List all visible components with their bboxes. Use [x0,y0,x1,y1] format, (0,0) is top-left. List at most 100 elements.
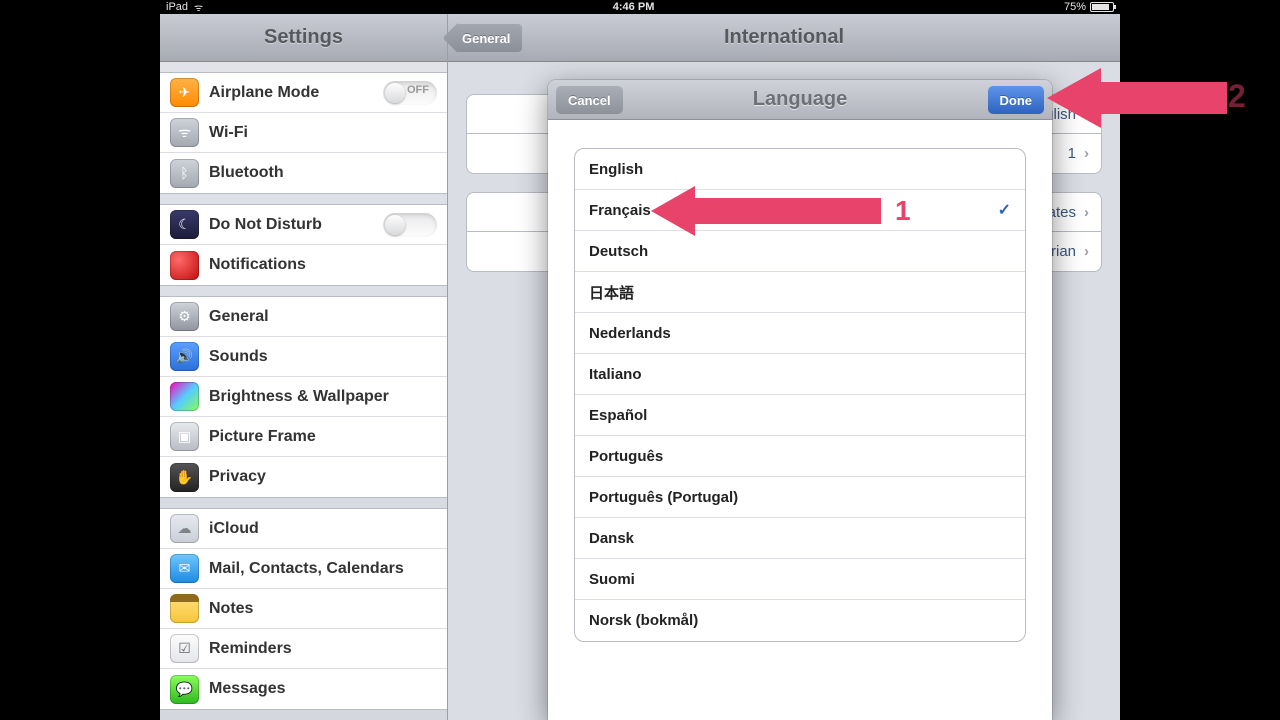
airplane-toggle[interactable]: OFF [383,81,437,105]
detail-title: International [724,26,844,49]
sidebar-item-label: iCloud [209,520,259,538]
language-option[interactable]: Dansk [575,518,1025,559]
detail-value: 1 [1068,145,1076,162]
language-option-label: Italiano [589,366,642,383]
language-option-label: Deutsch [589,243,648,260]
language-option-label: Suomi [589,571,635,588]
language-option[interactable]: Español [575,395,1025,436]
sidebar-item-general[interactable]: ⚙ General [160,297,447,337]
language-option-label: Français [589,202,651,219]
wifi-icon: ᯤ [194,0,203,14]
language-option-label: Nederlands [589,325,671,342]
sidebar-item-label: Brightness & Wallpaper [209,388,389,406]
language-option-label: Dansk [589,530,634,547]
reminders-icon: ☑ [170,634,199,663]
sidebar-item-label: Airplane Mode [209,84,319,102]
brightness-icon [170,382,199,411]
device-name: iPad [166,1,188,13]
sidebar-scroll[interactable]: ✈ Airplane Mode OFF ᯤ Wi-Fi ᛒ Bluetooth [160,62,447,720]
sidebar-group: ☾ Do Not Disturb Notifications [160,204,447,286]
sidebar-item-label: Picture Frame [209,428,316,446]
settings-sidebar: Settings ✈ Airplane Mode OFF ᯤ Wi-Fi ᛒ [160,14,448,720]
sidebar-group: ☁ iCloud ✉ Mail, Contacts, Calendars Not… [160,508,447,710]
language-option-label: English [589,161,643,178]
language-option-label: Norsk (bokmål) [589,612,698,629]
sidebar-item-wifi[interactable]: ᯤ Wi-Fi [160,113,447,153]
sidebar-item-dnd[interactable]: ☾ Do Not Disturb [160,205,447,245]
sidebar-item-notes[interactable]: Notes [160,589,447,629]
battery-icon [1090,2,1114,12]
modal-title: Language [753,88,847,111]
mail-icon: ✉ [170,554,199,583]
sidebar-item-reminders[interactable]: ☑ Reminders [160,629,447,669]
chevron-right-icon: › [1084,243,1089,260]
detail-navbar: General International [448,14,1120,62]
language-modal: Cancel Language Done English Français ✓ Deu… [548,80,1052,720]
sidebar-title: Settings [264,26,343,49]
language-option[interactable]: Suomi [575,559,1025,600]
language-option[interactable]: Français ✓ [575,190,1025,231]
sidebar-item-label: Sounds [209,348,268,366]
sidebar-item-privacy[interactable]: ✋ Privacy [160,457,447,497]
chevron-right-icon: › [1084,204,1089,221]
status-bar: iPad ᯤ 4:46 PM 75% [160,0,1120,14]
gear-icon: ⚙ [170,302,199,331]
modal-navbar: Cancel Language Done [548,80,1052,120]
sidebar-item-airplane[interactable]: ✈ Airplane Mode OFF [160,73,447,113]
back-button-label: General [456,24,522,52]
airplane-icon: ✈ [170,78,199,107]
battery-percent: 75% [1064,1,1086,13]
language-option[interactable]: Português [575,436,1025,477]
notifications-icon [170,251,199,280]
hand-icon: ✋ [170,463,199,492]
sidebar-item-label: Notifications [209,256,306,274]
language-option[interactable]: Norsk (bokmål) [575,600,1025,641]
back-button[interactable]: General [456,24,522,52]
language-option[interactable]: English [575,149,1025,190]
language-option[interactable]: Nederlands [575,313,1025,354]
bluetooth-icon: ᛒ [170,159,199,188]
sidebar-navbar: Settings [160,14,447,62]
language-option-label: Português [589,448,663,465]
sidebar-item-label: Privacy [209,468,266,486]
cancel-button[interactable]: Cancel [556,86,623,114]
language-option-label: Português (Portugal) [589,489,738,506]
checkmark-icon: ✓ [998,200,1011,220]
done-button[interactable]: Done [988,86,1045,114]
moon-icon: ☾ [170,210,199,239]
language-option[interactable]: Português (Portugal) [575,477,1025,518]
sidebar-item-label: Reminders [209,640,292,658]
dnd-toggle[interactable] [383,213,437,237]
sidebar-item-mail[interactable]: ✉ Mail, Contacts, Calendars [160,549,447,589]
modal-body[interactable]: English Français ✓ Deutsch 日本語 Nederlands Ital… [548,120,1052,670]
sidebar-item-sounds[interactable]: 🔊 Sounds [160,337,447,377]
messages-icon: 💬 [170,675,199,704]
sidebar-item-label: Notes [209,600,253,618]
status-time: 4:46 PM [203,1,1064,13]
sidebar-item-brightness[interactable]: Brightness & Wallpaper [160,377,447,417]
sidebar-group: ⚙ General 🔊 Sounds Brightness & Wallpape… [160,296,447,498]
sidebar-item-icloud[interactable]: ☁ iCloud [160,509,447,549]
sidebar-item-label: Messages [209,680,286,698]
sidebar-item-pictureframe[interactable]: ▣ Picture Frame [160,417,447,457]
sidebar-item-bluetooth[interactable]: ᛒ Bluetooth [160,153,447,193]
sidebar-item-notifications[interactable]: Notifications [160,245,447,285]
language-list: English Français ✓ Deutsch 日本語 Nederlands Ital… [574,148,1026,642]
sidebar-item-label: Mail, Contacts, Calendars [209,560,404,578]
notes-icon [170,594,199,623]
sidebar-item-label: General [209,308,269,326]
wifi-settings-icon: ᯤ [170,118,199,147]
sidebar-item-messages[interactable]: 💬 Messages [160,669,447,709]
language-option[interactable]: 日本語 [575,272,1025,313]
sidebar-item-label: Wi-Fi [209,124,248,142]
sidebar-group: ✈ Airplane Mode OFF ᯤ Wi-Fi ᛒ Bluetooth [160,72,447,194]
chevron-right-icon: › [1084,106,1089,123]
language-option[interactable]: Italiano [575,354,1025,395]
ipad-screen: iPad ᯤ 4:46 PM 75% Settings ✈ Airplane M… [160,0,1120,720]
cloud-icon: ☁ [170,514,199,543]
annotation-label-1: 1 [895,195,911,227]
picture-frame-icon: ▣ [170,422,199,451]
language-option-label: 日本語 [589,282,634,303]
language-option[interactable]: Deutsch [575,231,1025,272]
speaker-icon: 🔊 [170,342,199,371]
